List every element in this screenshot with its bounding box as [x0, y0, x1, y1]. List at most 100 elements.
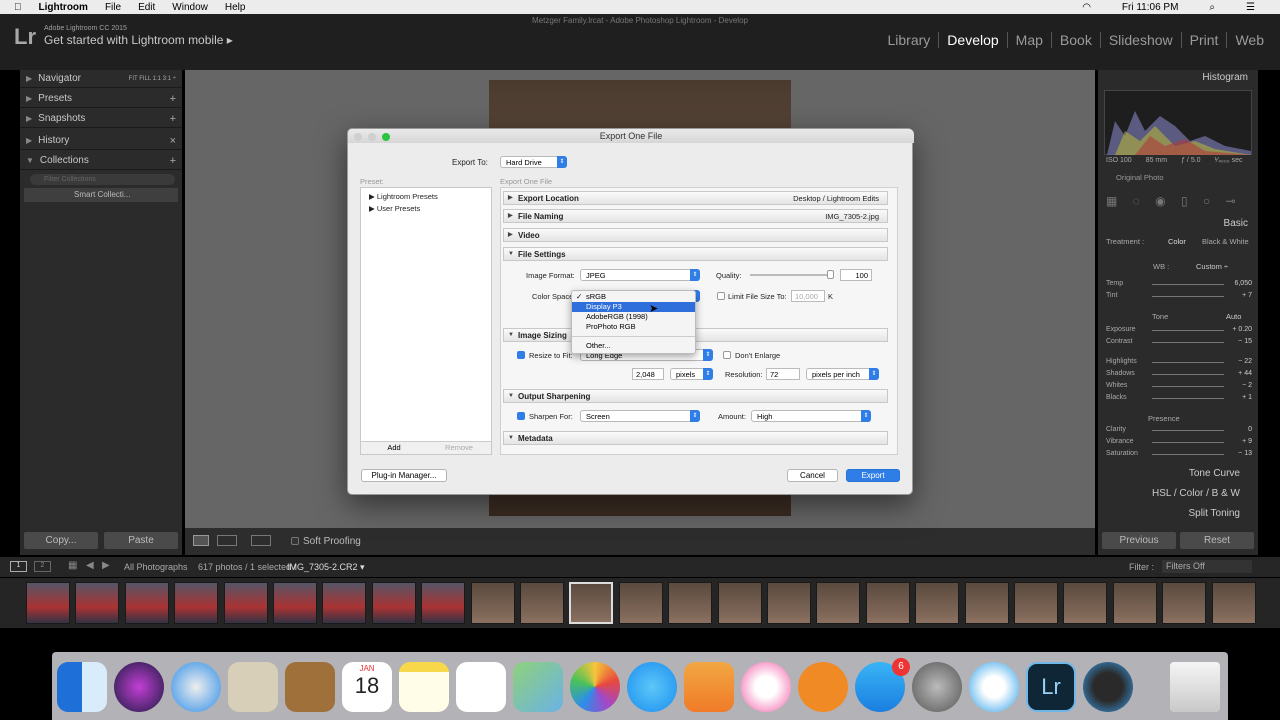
limit-file-size-checkbox[interactable] [717, 292, 725, 300]
window1-button[interactable]: 1 [10, 561, 27, 572]
forward-arrow-icon[interactable]: ▶ [102, 560, 110, 571]
slider-temp[interactable]: Temp 6,050 [1106, 280, 1252, 290]
navigator-header[interactable]: ▶ Navigator FIT FILL 1:1 3:1 ÷ [20, 70, 182, 88]
menu-item-srgb[interactable]: ✓ sRGB [572, 292, 695, 302]
quality-slider-thumb[interactable] [827, 270, 834, 279]
preset-user[interactable]: ▶ User Presets [369, 204, 420, 213]
resolution-unit-select[interactable]: pixels per inch ⇕ [806, 368, 879, 380]
slider-shadows[interactable]: Shadows + 44 [1106, 370, 1252, 380]
filmstrip-thumbnail[interactable] [1162, 582, 1207, 624]
presets-header[interactable]: ▶ Presets + [20, 90, 182, 108]
filmstrip-thumbnail[interactable] [26, 582, 70, 624]
wb-select[interactable]: Custom ÷ [1196, 262, 1228, 271]
filmstrip-thumbnail[interactable] [915, 582, 960, 624]
messages-icon[interactable] [627, 662, 677, 712]
basic-header[interactable]: Basic [1224, 218, 1248, 229]
tool-strip[interactable]: ▦ ◌ ◉ ▯ ○ ⊸ [1106, 194, 1250, 210]
module-book[interactable]: Book [1050, 32, 1100, 48]
menu-help[interactable]: Help [225, 2, 246, 13]
before-after-icon[interactable] [217, 535, 237, 546]
quicktime-player-icon[interactable] [1083, 662, 1133, 712]
export-to-select[interactable]: Hard Drive ⇕ [500, 156, 567, 168]
window2-button[interactable]: 2 [34, 561, 51, 572]
slider-exposure[interactable]: Exposure + 0.20 [1106, 326, 1252, 336]
filmstrip-thumbnail[interactable] [273, 582, 317, 624]
lr-mobile-link[interactable]: Get started with Lightroom mobile ▸ [44, 33, 233, 47]
section-file-settings[interactable]: ▼ File Settings [503, 247, 888, 261]
notes-icon[interactable] [399, 662, 449, 712]
menu-clock[interactable]: Fri 11:06 PM [1122, 2, 1179, 13]
module-web[interactable]: Web [1226, 32, 1272, 48]
filmstrip-thumbnail[interactable] [816, 582, 861, 624]
smart-collections-item[interactable]: Smart Collecti... [24, 188, 178, 202]
filmstrip-thumbnail[interactable] [1211, 582, 1256, 624]
histogram-header[interactable]: Histogram [1202, 72, 1248, 83]
menu-list-icon[interactable]: ☰ [1246, 2, 1255, 13]
filmstrip-thumbnail[interactable] [75, 582, 120, 624]
zoom-icon[interactable] [382, 133, 390, 141]
filmstrip-thumbnail[interactable] [124, 582, 169, 624]
menu-file[interactable]: File [105, 2, 121, 13]
sharpen-for-checkbox[interactable] [517, 412, 525, 420]
filmstrip-thumbnail[interactable] [421, 582, 466, 624]
filmstrip-thumbnail[interactable] [1112, 582, 1157, 624]
filmstrip-source[interactable]: All Photographs [124, 562, 188, 572]
module-slideshow[interactable]: Slideshow [1099, 32, 1181, 48]
filmstrip-thumbnail[interactable] [470, 582, 515, 624]
history-header[interactable]: ▶ History × [20, 132, 182, 150]
auto-button[interactable]: Auto [1226, 312, 1241, 321]
preset-lightroom[interactable]: ▶ Lightroom Presets [369, 192, 438, 201]
filmstrip-thumbnail[interactable] [1063, 582, 1108, 624]
slider-clarity[interactable]: Clarity 0 [1106, 426, 1252, 436]
collections-header[interactable]: ▼ Collections + [20, 152, 182, 170]
close-icon[interactable] [354, 133, 362, 141]
reset-button[interactable]: Reset [1180, 532, 1254, 549]
filmstrip-thumbnail[interactable] [618, 582, 663, 624]
previous-button[interactable]: Previous [1102, 532, 1176, 549]
minimize-icon[interactable] [368, 133, 376, 141]
section-file-naming[interactable]: ▶ File Naming IMG_7305-2.jpg [503, 209, 888, 223]
section-metadata[interactable]: ▼ Metadata [503, 431, 888, 445]
menu-app[interactable]: Lightroom [39, 2, 88, 13]
filmstrip-thumbnail[interactable] [371, 582, 416, 624]
slider-tint[interactable]: Tint + 7 [1106, 292, 1252, 302]
filmstrip-thumbnail[interactable] [520, 582, 564, 624]
quality-slider[interactable] [750, 274, 834, 276]
paste-button[interactable]: Paste [104, 532, 178, 549]
filmstrip-thumbnail[interactable] [174, 582, 219, 624]
grid-icon[interactable]: ▦ [68, 560, 77, 571]
sharpen-for-select[interactable]: Screen ⇕ [580, 410, 700, 422]
trash-icon[interactable] [1170, 662, 1220, 712]
cancel-button[interactable]: Cancel [787, 469, 838, 482]
reminders-icon[interactable] [456, 662, 506, 712]
section-export-location[interactable]: ▶ Export Location Desktop / Lightroom Edit… [503, 191, 888, 205]
pixels-unit-select[interactable]: pixels ⇕ [670, 368, 713, 380]
finder-icon[interactable] [57, 662, 107, 712]
module-develop[interactable]: Develop [938, 32, 1006, 48]
export-button[interactable]: Export [846, 469, 900, 482]
tone-curve-header[interactable]: Tone Curve [1189, 468, 1240, 479]
back-arrow-icon[interactable]: ◀ [86, 560, 94, 571]
lightroom-icon[interactable]: Lr [1026, 662, 1076, 712]
quality-input[interactable]: 100 [840, 269, 872, 281]
hsl-header[interactable]: HSL / Color / B & W [1152, 488, 1240, 499]
menu-edit[interactable]: Edit [138, 2, 155, 13]
module-map[interactable]: Map [1006, 32, 1051, 48]
safari-icon[interactable] [171, 662, 221, 712]
snapshots-header[interactable]: ▶ Snapshots + [20, 110, 182, 128]
filmstrip-thumbnail[interactable] [964, 582, 1009, 624]
contacts-icon[interactable] [285, 662, 335, 712]
quicktime-icon[interactable] [969, 662, 1019, 712]
soft-proofing-checkbox[interactable] [291, 537, 299, 545]
filmstrip-thumbnail[interactable] [717, 582, 762, 624]
dont-enlarge-checkbox[interactable] [723, 351, 731, 359]
compare-icon[interactable] [251, 535, 271, 546]
itunes-icon[interactable] [741, 662, 791, 712]
wifi-icon[interactable]: ◠ [1082, 2, 1091, 13]
menu-window[interactable]: Window [172, 2, 208, 13]
collections-filter[interactable]: Filter Collections [30, 174, 175, 185]
filmstrip-thumbnail[interactable] [668, 582, 713, 624]
maps-icon[interactable] [513, 662, 563, 712]
menu-item-display-p3[interactable]: Display P3 [572, 302, 695, 312]
image-format-select[interactable]: JPEG ⇕ [580, 269, 700, 281]
